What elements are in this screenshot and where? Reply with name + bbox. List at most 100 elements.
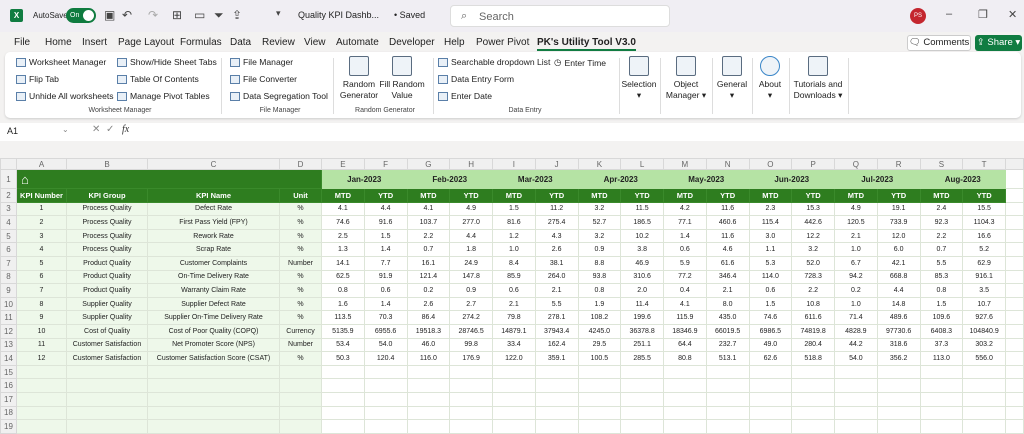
empty-cell[interactable] (147, 405, 280, 421)
value-cell[interactable]: 114.0 (748, 269, 793, 285)
value-cell[interactable]: 1.5 (363, 228, 408, 244)
value-cell[interactable]: 733.9 (876, 215, 921, 230)
document-title[interactable]: Quality KPI Dashb... (298, 10, 379, 20)
value-cell[interactable]: 5.9 (663, 255, 707, 271)
value-cell[interactable]: 15.3 (791, 201, 835, 217)
column-header-K[interactable]: K (577, 158, 622, 170)
value-cell[interactable]: 4245.0 (577, 323, 622, 339)
empty-cell[interactable] (791, 378, 835, 393)
empty-cell[interactable] (406, 419, 451, 434)
value-cell[interactable]: 2.2 (406, 228, 451, 244)
fx-icon[interactable]: fx (122, 124, 129, 135)
row-header-4[interactable]: 4 (0, 215, 17, 230)
row-header-1[interactable]: 1 (0, 169, 17, 189)
row-header-17[interactable]: 17 (0, 391, 17, 407)
empty-cell[interactable] (147, 419, 280, 434)
empty-cell[interactable] (577, 405, 622, 421)
empty-cell[interactable] (705, 364, 750, 380)
value-cell[interactable]: 1.5 (492, 201, 536, 217)
mtd-header[interactable]: MTD (834, 188, 878, 203)
value-cell[interactable]: 0.2 (834, 283, 878, 298)
column-header-J[interactable]: J (534, 158, 579, 170)
empty-cell[interactable] (321, 405, 365, 421)
empty-cell[interactable] (1005, 296, 1024, 312)
value-cell[interactable]: 103.7 (406, 215, 451, 230)
empty-cell[interactable] (534, 405, 579, 421)
value-cell[interactable]: 24.9 (449, 255, 493, 271)
data-entry-form-button[interactable]: Data Entry Form (438, 74, 514, 84)
search-box[interactable]: ⌕ Search (450, 5, 670, 27)
minimize-icon[interactable]: – (946, 8, 952, 20)
empty-cell[interactable] (321, 419, 365, 434)
value-cell[interactable]: 2.5 (321, 228, 365, 244)
empty-cell[interactable] (363, 378, 408, 393)
ytd-header[interactable]: YTD (363, 188, 408, 203)
value-cell[interactable]: 274.2 (449, 310, 493, 325)
empty-cell[interactable] (919, 391, 964, 407)
column-header-F[interactable]: F (363, 158, 408, 170)
kpi-group-cell[interactable]: Product Quality (66, 283, 148, 298)
value-cell[interactable]: 2.3 (748, 201, 793, 217)
empty-cell[interactable] (620, 419, 664, 434)
restore-icon[interactable]: ❐ (978, 8, 988, 21)
comments-button[interactable]: 🗨 Comments (907, 35, 971, 51)
value-cell[interactable]: 0.8 (577, 283, 622, 298)
value-cell[interactable]: 264.0 (534, 269, 579, 285)
value-cell[interactable]: 518.8 (791, 351, 835, 366)
kpi-name-cell[interactable]: Net Promoter Score (NPS) (147, 337, 280, 353)
enter-time-button[interactable]: ◷ Enter Time (554, 57, 606, 68)
column-header-R[interactable]: R (876, 158, 921, 170)
searchable-dropdown-button[interactable]: Searchable dropdown List (438, 57, 550, 67)
value-cell[interactable]: 86.4 (406, 310, 451, 325)
value-cell[interactable]: 0.6 (748, 283, 793, 298)
value-cell[interactable]: 14.1 (321, 255, 365, 271)
select-all-corner[interactable] (0, 158, 17, 170)
tab-automate[interactable]: Automate (336, 37, 379, 48)
unit-cell[interactable]: Number (279, 255, 322, 271)
manage-pivot-tables-button[interactable]: Manage Pivot Tables (117, 91, 210, 101)
column-header-O[interactable]: O (748, 158, 793, 170)
value-cell[interactable]: 74.6 (321, 215, 365, 230)
unit-cell[interactable]: % (279, 215, 322, 230)
kpi-name-cell[interactable]: First Pass Yield (FPY) (147, 215, 280, 230)
empty-cell[interactable] (1005, 351, 1024, 366)
ytd-header[interactable]: YTD (534, 188, 579, 203)
tab-insert[interactable]: Insert (82, 37, 107, 48)
value-cell[interactable]: 0.7 (919, 242, 964, 257)
value-cell[interactable]: 8.8 (577, 255, 622, 271)
kpi-name-cell[interactable]: Supplier Defect Rate (147, 296, 280, 312)
empty-cell[interactable] (321, 378, 365, 393)
value-cell[interactable]: 11.2 (534, 201, 579, 217)
empty-cell[interactable] (363, 405, 408, 421)
unhide-all-button[interactable]: Unhide All worksheets (16, 91, 114, 101)
value-cell[interactable]: 77.1 (663, 215, 707, 230)
fill-random-value-button[interactable]: Fill Random Value (377, 56, 427, 101)
value-cell[interactable]: 10.8 (791, 296, 835, 312)
value-cell[interactable]: 52.7 (577, 215, 622, 230)
value-cell[interactable]: 611.6 (791, 310, 835, 325)
value-cell[interactable]: 11.6 (705, 228, 750, 244)
value-cell[interactable]: 97730.6 (876, 323, 921, 339)
value-cell[interactable]: 16.6 (962, 228, 1006, 244)
value-cell[interactable]: 11.5 (620, 201, 664, 217)
value-cell[interactable]: 3.2 (577, 228, 622, 244)
value-cell[interactable]: 2.1 (492, 296, 536, 312)
empty-cell[interactable] (66, 391, 148, 407)
value-cell[interactable]: 1.4 (363, 242, 408, 257)
kpi-name-cell[interactable]: Scrap Rate (147, 242, 280, 257)
value-cell[interactable]: 277.0 (449, 215, 493, 230)
empty-cell[interactable] (834, 364, 878, 380)
empty-cell[interactable] (962, 419, 1006, 434)
value-cell[interactable]: 442.6 (791, 215, 835, 230)
value-cell[interactable]: 251.1 (620, 337, 664, 353)
value-cell[interactable]: 6.0 (876, 242, 921, 257)
value-cell[interactable]: 66019.5 (705, 323, 750, 339)
value-cell[interactable]: 3.8 (620, 242, 664, 257)
empty-cell[interactable] (834, 378, 878, 393)
empty-cell[interactable] (962, 378, 1006, 393)
empty-cell[interactable] (492, 419, 536, 434)
empty-cell[interactable] (1005, 169, 1024, 189)
filter-icon[interactable]: ⏷ (214, 8, 224, 23)
value-cell[interactable]: 0.4 (663, 283, 707, 298)
column-header-C[interactable]: C (147, 158, 280, 170)
